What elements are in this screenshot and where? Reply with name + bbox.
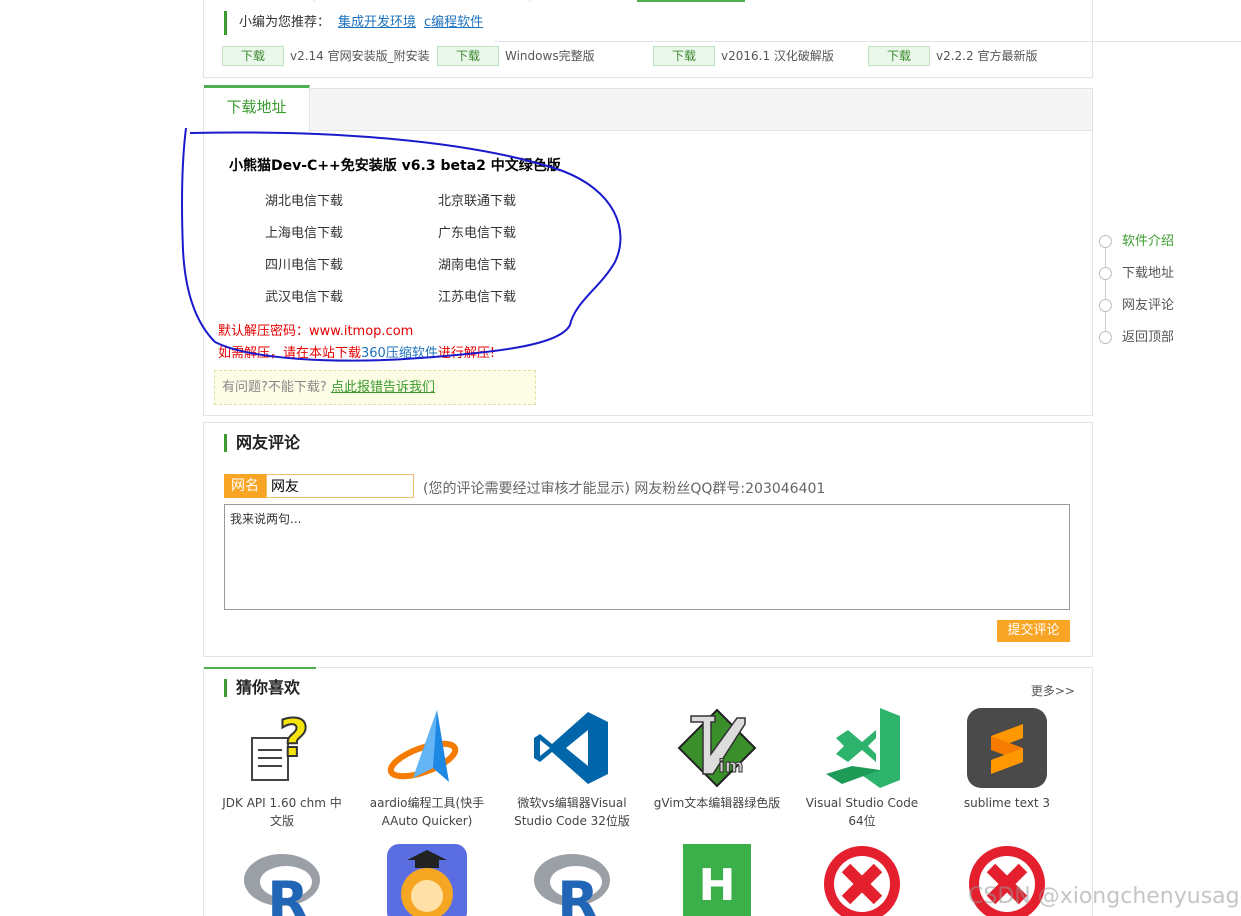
mirror-link[interactable]: 湖北电信下载: [265, 190, 343, 209]
app-name: Visual Studio Code 64位: [805, 796, 919, 828]
r-icon: R: [242, 844, 322, 916]
app-card[interactable]: R: [507, 844, 637, 916]
app-card[interactable]: sublime text 3: [942, 708, 1072, 812]
unzip-password: 默认解压密码：www.itmop.com: [218, 324, 414, 339]
comments-title: 网友评论: [224, 434, 300, 452]
circle-icon: [1099, 331, 1112, 344]
csdn-watermark: CSDN @xiongchenyusage: [968, 884, 1241, 909]
report-text: 有问题?不能下载?: [222, 380, 327, 395]
report-link[interactable]: 点此报错告诉我们: [331, 380, 435, 395]
version-item: 下载 Windows完整版: [437, 46, 595, 66]
app-card[interactable]: H: [652, 844, 782, 916]
vscode-green-icon: [822, 708, 902, 788]
version-item: 下载 v2.2.2 官方最新版: [868, 46, 1037, 66]
submit-comment-button[interactable]: 提交评论: [997, 620, 1070, 642]
circle-icon: [1099, 235, 1112, 248]
mirror-link[interactable]: 上海电信下载: [265, 222, 343, 241]
editor-recommend: 小编为您推荐： 集成开发环境 c编程软件: [224, 11, 483, 35]
app-card[interactable]: 微软vs编辑器Visual Studio Code 32位版: [507, 708, 637, 830]
app-card[interactable]: R: [217, 844, 347, 916]
section-accent: [204, 667, 316, 669]
link-c-software[interactable]: c编程软件: [424, 15, 483, 30]
svg-text:R: R: [267, 870, 309, 916]
side-nav-label: 下载地址: [1122, 266, 1175, 281]
r-icon: R: [532, 844, 612, 916]
tab-divider: [529, 0, 530, 2]
svg-text:im: im: [719, 756, 744, 777]
download-panel: 下载地址 小熊猫Dev-C++免安装版 v6.3 beta2 中文绿色版 湖北电…: [203, 85, 1093, 416]
mirror-link[interactable]: 四川电信下载: [265, 254, 343, 273]
app-name: sublime text 3: [963, 796, 1051, 810]
download-button[interactable]: 下载: [868, 46, 930, 66]
app-name: aardio编程工具(快手AAuto Quicker): [369, 796, 485, 828]
tab-download-address[interactable]: 下载地址: [204, 85, 310, 131]
unzip-tool-link[interactable]: 360压缩软件: [361, 346, 438, 361]
app-card[interactable]: im gVim文本编辑器绿色版: [652, 708, 782, 812]
comments-panel: 网友评论 网名 (您的评论需要经过审核才能显示) 网友粉丝QQ群号:203046…: [203, 422, 1093, 657]
circle-icon: [1099, 299, 1112, 312]
recommend-panel: 小编为您推荐： 集成开发环境 c编程软件 下载 v2.14 官网安装版_附安装 下载 W…: [203, 0, 1241, 78]
recommend-label: 小编为您推荐：: [239, 15, 331, 30]
app-card[interactable]: [362, 844, 492, 916]
version-item: 下载 v2.14 官网安装版_附安装: [222, 46, 430, 66]
app-name: gVim文本编辑器绿色版: [653, 796, 781, 810]
unzip-notice-post: 进行解压!: [437, 346, 496, 361]
guess-you-like-panel: 猜你喜欢 更多>> ? JDK API 1.60 chm 中文版 aardio编…: [203, 667, 1093, 916]
version-label[interactable]: v2016.1 汉化破解版: [721, 46, 834, 66]
circle-icon: [1099, 267, 1112, 280]
side-nav-line: [1105, 242, 1106, 338]
app-card[interactable]: ? JDK API 1.60 chm 中文版: [217, 708, 347, 830]
version-label[interactable]: v2.14 官网安装版_附安装: [290, 46, 430, 66]
nickname-label: 网名: [224, 474, 266, 498]
comment-hint: (您的评论需要经过审核才能显示) 网友粉丝QQ群号:203046401: [423, 481, 826, 497]
more-link[interactable]: 更多>>: [1031, 682, 1075, 699]
mirror-link[interactable]: 武汉电信下载: [265, 286, 343, 305]
x-icon: [822, 844, 902, 916]
download-button[interactable]: 下载: [222, 46, 284, 66]
app-card[interactable]: [797, 844, 927, 916]
svg-text:R: R: [557, 870, 599, 916]
svg-text:H: H: [699, 860, 736, 911]
download-tabbar: [204, 89, 1092, 131]
nickname-input[interactable]: [266, 474, 414, 498]
vscode-icon: [532, 708, 612, 788]
version-download-row: 下载 v2.14 官网安装版_附安装 下载 Windows完整版 下载 v2016.1…: [222, 46, 1082, 68]
software-title: 小熊猫Dev-C++免安装版 v6.3 beta2 中文绿色版: [229, 158, 561, 174]
svg-text:?: ?: [279, 709, 309, 769]
unzip-notice-pre: 如需解压，请在本站下载: [218, 346, 362, 361]
report-box: 有问题?不能下载? 点此报错告诉我们: [214, 370, 536, 405]
sublime-icon: [967, 708, 1047, 788]
lion-icon: [387, 844, 467, 916]
hbuilder-icon: H: [677, 844, 757, 916]
version-label[interactable]: Windows完整版: [505, 46, 595, 66]
side-nav: 软件介绍 下载地址 网友评论 返回顶部: [1098, 232, 1208, 352]
app-name: 微软vs编辑器Visual Studio Code 32位版: [514, 796, 630, 828]
comment-textarea[interactable]: 我来说两句...: [224, 504, 1070, 610]
version-label[interactable]: v2.2.2 官方最新版: [936, 46, 1037, 66]
aardio-icon: [387, 708, 467, 788]
download-button[interactable]: 下载: [437, 46, 499, 66]
active-tab-indicator: [637, 0, 745, 2]
mirror-link[interactable]: 广东电信下载: [438, 222, 516, 241]
mirror-link[interactable]: 江苏电信下载: [438, 286, 516, 305]
guess-title: 猜你喜欢: [224, 679, 300, 697]
side-nav-label: 返回顶部: [1122, 330, 1175, 345]
mirror-link[interactable]: 北京联通下载: [438, 190, 516, 209]
side-nav-label: 软件介绍: [1122, 234, 1175, 249]
vim-icon: im: [677, 708, 757, 788]
mirror-link[interactable]: 湖南电信下载: [438, 254, 516, 273]
version-item: 下载 v2016.1 汉化破解版: [653, 46, 834, 66]
tab-divider: [314, 0, 315, 2]
unzip-notice: 如需解压，请在本站下载360压缩软件进行解压!: [218, 342, 495, 361]
link-ide[interactable]: 集成开发环境: [338, 15, 416, 30]
side-nav-label: 网友评论: [1122, 298, 1175, 313]
download-button[interactable]: 下载: [653, 46, 715, 66]
app-name: JDK API 1.60 chm 中文版: [222, 796, 342, 828]
divider: [494, 41, 1241, 42]
app-card[interactable]: aardio编程工具(快手AAuto Quicker): [362, 708, 492, 830]
help-doc-icon: ?: [242, 708, 322, 788]
app-card[interactable]: Visual Studio Code 64位: [797, 708, 927, 830]
